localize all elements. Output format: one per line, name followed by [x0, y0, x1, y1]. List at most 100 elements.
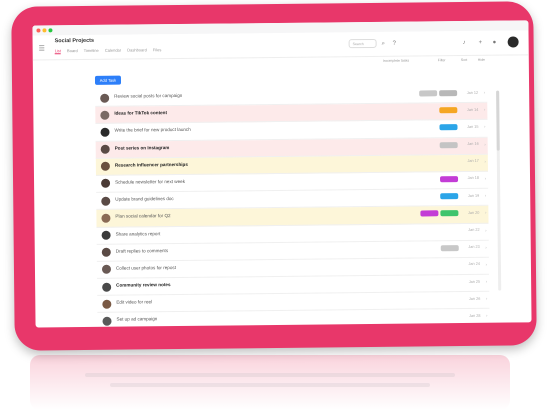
- tab-files[interactable]: Files: [153, 47, 162, 52]
- settings-icon[interactable]: ●: [493, 40, 497, 46]
- due-date[interactable]: Jan 25: [469, 279, 480, 283]
- due-date[interactable]: Jan 15: [467, 125, 478, 129]
- tab-calendar[interactable]: Calendar: [105, 48, 121, 53]
- due-date[interactable]: Jan 26: [469, 297, 480, 301]
- task-title[interactable]: Collect user photos for repost: [116, 265, 176, 271]
- chevron-icon[interactable]: ›: [485, 244, 486, 249]
- due-date[interactable]: Jan 12: [467, 90, 478, 94]
- chevron-icon[interactable]: ›: [486, 262, 487, 267]
- task-list: Review social posts for campaign Jan 12 › I…: [95, 85, 490, 328]
- task-tag[interactable]: [439, 90, 458, 97]
- hamburger-icon[interactable]: ☰: [39, 44, 45, 52]
- task-title[interactable]: Set up ad campaign: [116, 317, 157, 322]
- reflection-line: [110, 383, 430, 387]
- plus-icon[interactable]: +: [479, 40, 483, 46]
- help-icon[interactable]: ?: [393, 41, 396, 47]
- task-title[interactable]: Schedule newsletter for next week: [115, 179, 185, 185]
- chevron-icon[interactable]: ›: [485, 176, 486, 181]
- tab-dashboard[interactable]: Dashboard: [127, 47, 147, 52]
- chevron-icon[interactable]: ›: [486, 313, 487, 318]
- scrollbar-thumb[interactable]: [496, 90, 500, 151]
- task-title[interactable]: Plan social calendar for Q2: [115, 213, 170, 219]
- due-date[interactable]: Jan 19: [468, 193, 479, 197]
- tab-timeline[interactable]: Timeline: [84, 48, 99, 53]
- sort-button[interactable]: Sort: [461, 58, 467, 62]
- assignee-avatar[interactable]: [101, 230, 111, 240]
- due-date[interactable]: Jan 17: [467, 159, 478, 163]
- assignee-avatar[interactable]: [101, 196, 111, 206]
- frame-reflection: [30, 355, 510, 410]
- user-avatar[interactable]: [507, 36, 519, 48]
- task-title[interactable]: Ideas for TikTok content: [114, 110, 167, 116]
- assignee-avatar[interactable]: [102, 316, 112, 326]
- task-title[interactable]: Post series on Instagram: [115, 145, 170, 151]
- minimize-window-dot[interactable]: [42, 28, 47, 33]
- chevron-icon[interactable]: ›: [486, 279, 487, 284]
- project-title[interactable]: Social Projects: [55, 38, 94, 44]
- task-tag[interactable]: [440, 176, 459, 183]
- chevron-icon[interactable]: ›: [484, 90, 485, 95]
- task-tag[interactable]: [439, 124, 458, 131]
- search-icon[interactable]: ⌕: [382, 41, 385, 48]
- app-screen: ☰ Social Projects List Board Timeline Ca…: [32, 20, 532, 328]
- tab-board[interactable]: Board: [67, 48, 78, 53]
- chevron-icon[interactable]: ›: [485, 193, 486, 198]
- chevron-icon[interactable]: ›: [484, 141, 485, 146]
- bell-icon[interactable]: ♪: [463, 40, 466, 46]
- due-date[interactable]: Jan 16: [467, 142, 478, 146]
- chevron-icon[interactable]: ›: [486, 296, 487, 301]
- due-date[interactable]: Jan 22: [468, 228, 479, 232]
- task-tag[interactable]: [440, 210, 459, 217]
- task-tag[interactable]: [420, 210, 439, 217]
- assignee-avatar[interactable]: [101, 213, 111, 223]
- task-title[interactable]: Community review notes: [116, 282, 170, 288]
- search-input[interactable]: Search: [348, 38, 377, 49]
- filter-button[interactable]: Filter: [438, 58, 446, 62]
- reflection-line: [85, 373, 455, 377]
- task-tag[interactable]: [440, 193, 459, 200]
- assignee-avatar[interactable]: [101, 179, 111, 189]
- tab-list[interactable]: List: [54, 48, 61, 55]
- assignee-avatar[interactable]: [100, 144, 110, 154]
- chevron-icon[interactable]: ›: [485, 210, 486, 215]
- pink-device-frame: ☰ Social Projects List Board Timeline Ca…: [11, 1, 537, 351]
- assignee-avatar[interactable]: [100, 110, 110, 120]
- task-title[interactable]: Update brand guidelines doc: [115, 196, 174, 202]
- assignee-avatar[interactable]: [102, 299, 112, 309]
- task-title[interactable]: Research influencer partnerships: [115, 162, 188, 168]
- task-tag[interactable]: [440, 244, 459, 251]
- task-title[interactable]: Review social posts for campaign: [114, 93, 182, 99]
- chevron-icon[interactable]: ›: [484, 159, 485, 164]
- task-tag[interactable]: [439, 107, 458, 114]
- scrollbar[interactable]: [496, 90, 502, 291]
- close-window-dot[interactable]: [36, 28, 41, 33]
- assignee-avatar[interactable]: [100, 93, 110, 103]
- assignee-avatar[interactable]: [101, 265, 112, 275]
- due-date[interactable]: Jan 20: [468, 211, 479, 215]
- chevron-icon[interactable]: ›: [484, 124, 485, 129]
- assignee-avatar[interactable]: [101, 247, 111, 257]
- task-title[interactable]: Draft replies to comments: [116, 248, 168, 254]
- assignee-avatar[interactable]: [102, 282, 112, 292]
- due-date[interactable]: Jan 24: [469, 262, 480, 266]
- maximize-window-dot[interactable]: [48, 28, 53, 33]
- chevron-icon[interactable]: ›: [485, 227, 486, 232]
- add-task-button[interactable]: Add Task: [94, 75, 122, 85]
- task-tag[interactable]: [419, 90, 438, 97]
- incomplete-tasks-filter[interactable]: Incomplete tasks: [383, 59, 409, 63]
- due-date[interactable]: Jan 18: [468, 176, 479, 180]
- assignee-avatar[interactable]: [100, 161, 110, 172]
- task-title[interactable]: Edit video for reel: [116, 300, 152, 305]
- task-title[interactable]: Share analytics report: [116, 231, 161, 236]
- due-date[interactable]: Jan 23: [468, 245, 479, 249]
- task-title[interactable]: Write the brief for new product launch: [114, 127, 190, 133]
- hide-button[interactable]: Hide: [478, 58, 485, 62]
- assignee-avatar[interactable]: [100, 127, 110, 137]
- chevron-icon[interactable]: ›: [484, 107, 485, 112]
- task-tag[interactable]: [439, 141, 458, 148]
- due-date[interactable]: Jan 28: [469, 314, 480, 318]
- app-header: ☰ Social Projects List Board Timeline Ca…: [32, 30, 529, 61]
- project-tabs: List Board Timeline Calendar Dashboard F…: [54, 47, 167, 55]
- task-row[interactable]: Set up ad campaign Jan 28 ›: [97, 309, 490, 328]
- due-date[interactable]: Jan 14: [467, 108, 478, 112]
